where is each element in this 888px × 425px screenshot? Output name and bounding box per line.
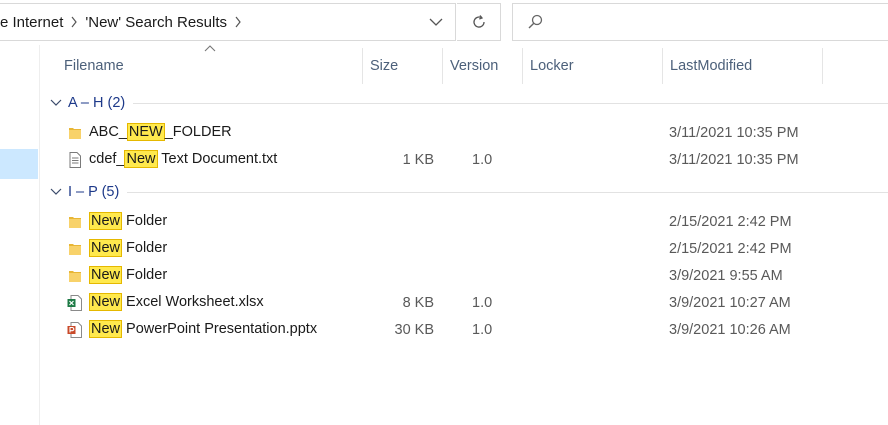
address-bar[interactable]: e Internet 'New' Search Results (0, 3, 456, 41)
column-version-label: Version (450, 58, 499, 74)
nav-selected-item[interactable] (0, 149, 38, 179)
group-divider (133, 102, 888, 104)
search-hit-highlight: New (89, 212, 123, 230)
column-locker-label: Locker (530, 58, 574, 74)
search-hit-highlight: New (89, 239, 123, 257)
file-modified: 2/15/2021 2:42 PM (669, 214, 792, 230)
file-size: 30 KB (394, 322, 435, 338)
file-name: ABC_ NEW _FOLDER (89, 123, 232, 141)
text-document-icon (69, 152, 81, 168)
group-label: A – H (2) (68, 95, 126, 111)
file-row[interactable]: cdef_ New Text Document.txt 1 KB 1.0 3/11… (41, 147, 888, 174)
search-hit-highlight: New (124, 150, 158, 168)
file-modified: 2/15/2021 2:42 PM (669, 241, 792, 257)
file-row[interactable]: ABC_ NEW _FOLDER 3/11/2021 10:35 PM (41, 120, 888, 147)
search-input[interactable] (543, 4, 888, 40)
group-collapse-chevron-icon[interactable] (50, 186, 62, 198)
column-header-filename[interactable]: Filename (56, 48, 363, 84)
folder-icon (69, 244, 81, 255)
file-name: New Folder (89, 239, 168, 257)
group-header-a-h[interactable]: A – H (2) (50, 93, 888, 113)
file-size: 8 KB (402, 295, 434, 311)
column-header-lastmodified[interactable]: LastModified (662, 48, 823, 84)
search-hit-highlight: New (89, 320, 123, 338)
top-bar: e Internet 'New' Search Results (0, 0, 888, 45)
file-row[interactable]: New Folder 2/15/2021 2:42 PM (41, 236, 888, 263)
file-row[interactable]: New Folder 3/9/2021 9:55 AM (41, 263, 888, 290)
file-row[interactable]: New Excel Worksheet.xlsx 8 KB 1.0 3/9/20… (41, 290, 888, 317)
file-name: New PowerPoint Presentation.pptx (89, 320, 318, 338)
column-header-locker[interactable]: Locker (522, 48, 663, 84)
group-divider (127, 191, 888, 193)
file-name: New Excel Worksheet.xlsx (89, 293, 264, 311)
file-modified: 3/11/2021 10:35 PM (669, 125, 799, 141)
search-icon (528, 14, 543, 29)
group-collapse-chevron-icon[interactable] (50, 97, 62, 109)
search-hit-highlight: New (89, 293, 123, 311)
search-hit-highlight: NEW (126, 123, 165, 141)
file-name: New Folder (89, 266, 168, 284)
breadcrumb-chevron-right-icon[interactable] (227, 16, 249, 28)
file-version: 1.0 (472, 322, 493, 338)
group-header-i-p[interactable]: I – P (5) (50, 182, 888, 202)
sort-ascending-icon (204, 45, 216, 52)
folder-icon (69, 128, 81, 139)
file-name: New Folder (89, 212, 168, 230)
file-version: 1.0 (472, 295, 493, 311)
file-row[interactable]: New PowerPoint Presentation.pptx 30 KB 1… (41, 317, 888, 344)
address-history-chevron-down-icon[interactable] (417, 4, 455, 40)
column-headers: Filename Size Version Locker LastModifie… (41, 45, 888, 84)
file-modified: 3/9/2021 10:27 AM (669, 295, 791, 311)
breadcrumb-internet[interactable]: e Internet (0, 14, 63, 31)
group-label: I – P (5) (68, 184, 120, 200)
file-version: 1.0 (472, 152, 493, 168)
column-lastmodified-label: LastModified (670, 58, 753, 74)
column-filename-label: Filename (64, 58, 124, 74)
search-box[interactable] (512, 3, 888, 41)
column-size-label: Size (370, 58, 399, 74)
breadcrumb-chevron-right-icon[interactable] (63, 16, 85, 28)
folder-icon (69, 217, 81, 228)
refresh-icon (472, 15, 485, 28)
powerpoint-file-icon (67, 322, 82, 338)
column-header-size[interactable]: Size (362, 48, 443, 84)
column-header-version[interactable]: Version (442, 48, 523, 84)
file-modified: 3/11/2021 10:35 PM (669, 152, 799, 168)
search-hit-highlight: New (89, 266, 123, 284)
file-row[interactable]: New Folder 2/15/2021 2:42 PM (41, 209, 888, 236)
file-size: 1 KB (402, 152, 434, 168)
file-modified: 3/9/2021 9:55 AM (669, 268, 783, 284)
file-modified: 3/9/2021 10:26 AM (669, 322, 791, 338)
navigation-pane[interactable] (0, 45, 40, 425)
refresh-button[interactable] (457, 3, 501, 41)
folder-icon (69, 271, 81, 282)
breadcrumb-search-results[interactable]: 'New' Search Results (85, 14, 227, 31)
file-name: cdef_ New Text Document.txt (89, 150, 278, 168)
excel-file-icon (67, 295, 82, 311)
